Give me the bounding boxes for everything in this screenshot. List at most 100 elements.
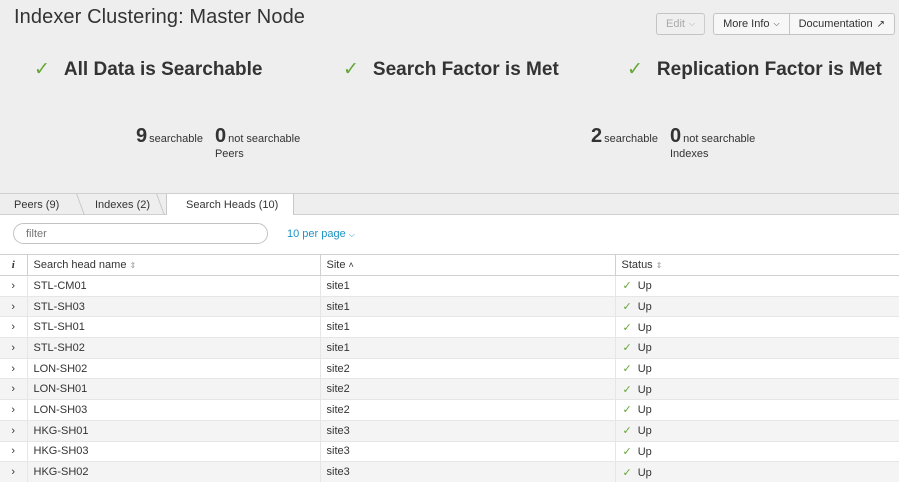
site-cell: site2 <box>319 399 615 421</box>
status-cell: ✓ Up <box>614 275 899 297</box>
expand-row-toggle[interactable]: › <box>0 275 27 297</box>
status-cell: ✓ Up <box>614 420 899 442</box>
status-cell: ✓ Up <box>614 296 899 318</box>
sort-icon: ⇕ <box>129 261 137 270</box>
status-cell: ✓ Up <box>614 337 899 359</box>
column-label: Search head name <box>33 259 127 271</box>
search-head-name-cell: HKG-SH02 <box>26 461 320 482</box>
indexes-not-searchable-stat: 0 not searchable <box>670 125 755 148</box>
chevron-right-icon: › <box>11 279 16 292</box>
status-text: Up <box>637 445 652 458</box>
check-icon: ✓ <box>622 321 632 334</box>
search-head-name-cell: LON-SH02 <box>26 358 320 380</box>
table-row: › STL-CM01 site1 ✓ Up <box>0 275 899 297</box>
check-icon: ✓ <box>622 280 632 293</box>
site-cell: site2 <box>319 358 615 380</box>
search-head-name-cell: HKG-SH03 <box>26 441 320 463</box>
site-cell: site2 <box>319 378 615 401</box>
tab-peers[interactable]: Peers (9) <box>14 194 59 215</box>
status-text: Up <box>637 280 652 293</box>
chevron-right-icon: › <box>11 362 16 375</box>
tab-divider <box>156 194 165 215</box>
peers-caption: Peers <box>214 148 244 160</box>
check-icon: ✓ <box>622 301 632 314</box>
sort-ascending-icon: ˄ <box>348 260 354 270</box>
per-page-label: 10 per page <box>287 228 346 240</box>
status-text: Up <box>637 466 652 479</box>
name-column-header[interactable]: Search head name ⇕ <box>26 254 320 276</box>
status-cell: ✓ Up <box>614 358 899 380</box>
table-row: › HKG-SH02 site3 ✓ Up <box>0 461 899 482</box>
indexes-not-searchable-group: 0 not searchable Indexes <box>670 125 755 160</box>
page-title: Indexer Clustering: Master Node <box>14 6 306 28</box>
expand-row-toggle[interactable]: › <box>0 399 27 421</box>
indexes-not-searchable-label: not searchable <box>683 133 756 145</box>
tab-label: Search Heads (10) <box>186 199 279 211</box>
edit-button[interactable]: Edit ⌵ <box>656 13 706 35</box>
column-label: Site <box>326 259 346 271</box>
expand-row-toggle[interactable]: › <box>0 316 27 339</box>
edit-button-label: Edit <box>666 18 685 30</box>
tab-indexes[interactable]: Indexes (2) <box>95 194 150 215</box>
status-text: Up <box>637 363 652 376</box>
factor-replication-factor-met: ✓ Replication Factor is Met <box>627 58 882 81</box>
expand-row-toggle[interactable]: › <box>0 296 27 318</box>
status-text: Up <box>637 342 652 355</box>
status-text: Up <box>637 404 652 417</box>
expand-row-toggle[interactable]: › <box>0 378 27 401</box>
factor-all-data-searchable: ✓ All Data is Searchable <box>34 58 262 81</box>
chevron-right-icon: › <box>11 321 16 334</box>
peers-stats: 9 searchable 0 not searchable Peers <box>136 125 300 160</box>
status-cell: ✓ Up <box>614 316 899 339</box>
status-column-header[interactable]: Status ⇕ <box>614 254 899 276</box>
sort-icon: ⇕ <box>655 261 663 270</box>
search-head-name-cell: STL-SH03 <box>26 296 320 318</box>
check-icon: ✓ <box>343 59 359 80</box>
status-cell: ✓ Up <box>614 399 899 421</box>
indexes-searchable-stat: 2 searchable <box>591 125 658 148</box>
cluster-summary-panel: Indexer Clustering: Master Node Edit ⌵ M… <box>0 0 899 193</box>
chevron-right-icon: › <box>11 424 16 437</box>
check-icon: ✓ <box>622 425 632 438</box>
tab-label: Indexes (2) <box>95 198 151 211</box>
more-info-button-label: More Info <box>723 18 770 30</box>
status-cell: ✓ Up <box>614 441 899 463</box>
indexes-stats: 2 searchable 0 not searchable Indexes <box>591 125 755 160</box>
table-row: › LON-SH03 site2 ✓ Up <box>0 399 899 421</box>
table-row: › LON-SH02 site2 ✓ Up <box>0 358 899 380</box>
more-info-button[interactable]: More Info ⌵ <box>713 13 790 35</box>
table-row: › STL-SH02 site1 ✓ Up <box>0 337 899 359</box>
chevron-right-icon: › <box>11 445 16 458</box>
expand-row-toggle[interactable]: › <box>0 441 27 463</box>
peers-not-searchable-count: 0 <box>214 125 227 147</box>
chevron-down-icon: ⌵ <box>348 230 355 239</box>
site-cell: site1 <box>319 337 615 359</box>
filter-input[interactable] <box>13 223 268 244</box>
chevron-right-icon: › <box>11 403 16 416</box>
documentation-button[interactable]: Documentation ↗ <box>789 13 895 35</box>
site-column-header[interactable]: Site ˄ <box>319 254 615 276</box>
tab-search-heads[interactable]: Search Heads (10) <box>166 194 294 216</box>
tab-divider <box>76 194 85 215</box>
expand-row-toggle[interactable]: › <box>0 358 27 380</box>
expand-row-toggle[interactable]: › <box>0 461 27 482</box>
status-cell: ✓ Up <box>614 461 899 482</box>
site-cell: site3 <box>319 461 615 482</box>
expand-row-toggle[interactable]: › <box>0 337 27 359</box>
tab-label: Peers (9) <box>14 198 60 211</box>
documentation-button-label: Documentation <box>798 18 873 30</box>
factor-label: Replication Factor is Met <box>656 58 882 80</box>
peers-searchable-label: searchable <box>149 133 203 145</box>
search-head-name-cell: LON-SH01 <box>26 378 320 401</box>
per-page-dropdown[interactable]: 10 per page ⌵ <box>287 228 355 240</box>
status-cell: ✓ Up <box>614 378 899 401</box>
factor-search-factor-met: ✓ Search Factor is Met <box>343 58 559 81</box>
external-link-icon: ↗ <box>876 18 885 30</box>
check-icon: ✓ <box>627 59 643 80</box>
peers-not-searchable-stat: 0 not searchable <box>215 125 300 148</box>
info-column-header: i <box>0 254 27 276</box>
expand-row-toggle[interactable]: › <box>0 420 27 442</box>
factor-label: Search Factor is Met <box>372 58 559 80</box>
peers-not-searchable-label: not searchable <box>228 133 301 145</box>
search-head-name-cell: STL-SH01 <box>26 316 320 339</box>
